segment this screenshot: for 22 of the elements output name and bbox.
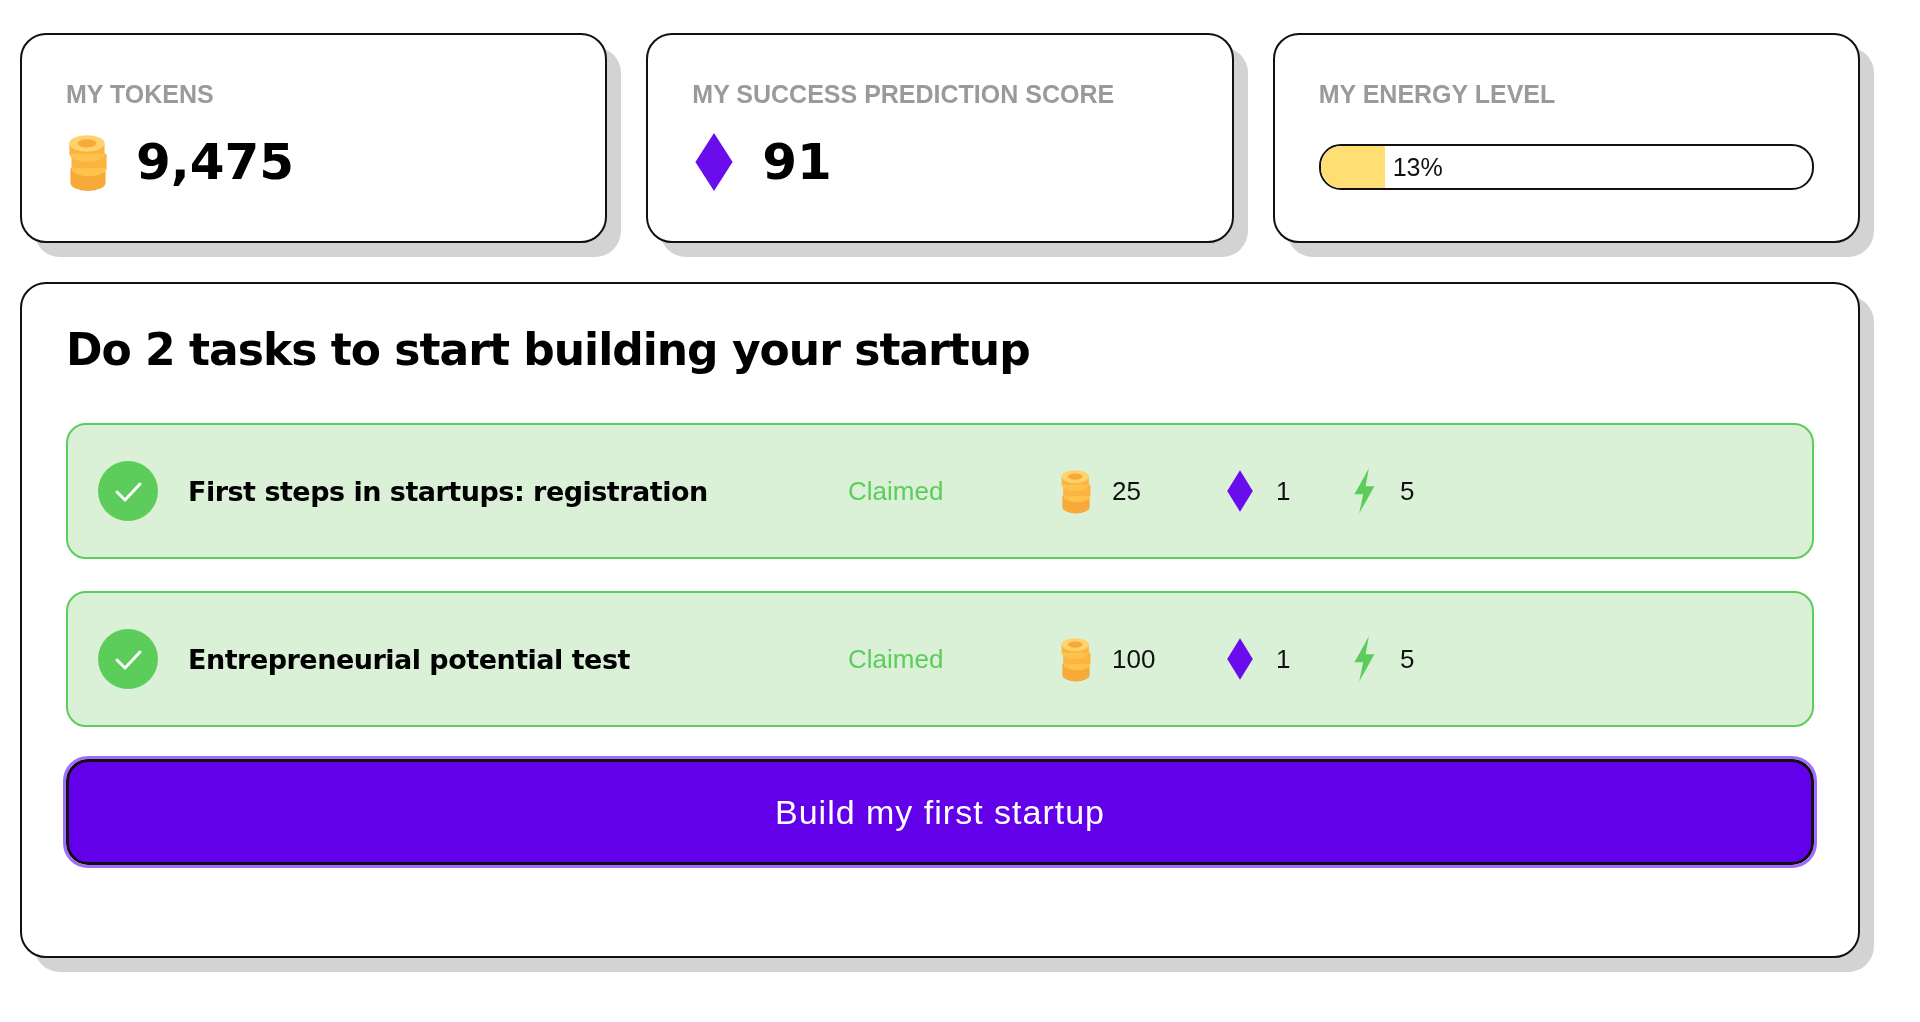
token-reward: 100 [1112, 643, 1157, 675]
stat-label: MY ENERGY LEVEL [1318, 80, 1557, 109]
task-title: Entrepreneurial potential test [188, 643, 631, 675]
check-icon [98, 461, 158, 521]
energy-reward: 5 [1400, 643, 1415, 675]
stat-label: MY SUCCESS PREDICTION SCORE [692, 80, 1116, 109]
score-reward: 1 [1276, 475, 1292, 507]
tasks-title: Do 2 tasks to start building your startup [66, 324, 1031, 375]
energy-reading: 13% [1392, 152, 1443, 182]
stat-value: 9,475 [136, 133, 295, 191]
task-row[interactable]: First steps in startups: registration Claimed 25 1 5 [66, 423, 1814, 559]
check-icon [98, 629, 158, 689]
task-title: First steps in startups: registration [188, 475, 709, 507]
energy-reward: 5 [1400, 475, 1415, 507]
task-row[interactable]: Entrepreneurial potential test Claimed 100 1 5 [66, 591, 1814, 727]
task-status: Claimed [848, 475, 945, 507]
token-reward: 25 [1112, 475, 1142, 507]
stat-label: MY TOKENS [66, 80, 215, 109]
build-startup-button[interactable]: Build my first startup [66, 759, 1814, 865]
task-status: Claimed [848, 643, 945, 675]
score-reward: 1 [1276, 643, 1292, 675]
stat-value: 91 [762, 133, 832, 191]
